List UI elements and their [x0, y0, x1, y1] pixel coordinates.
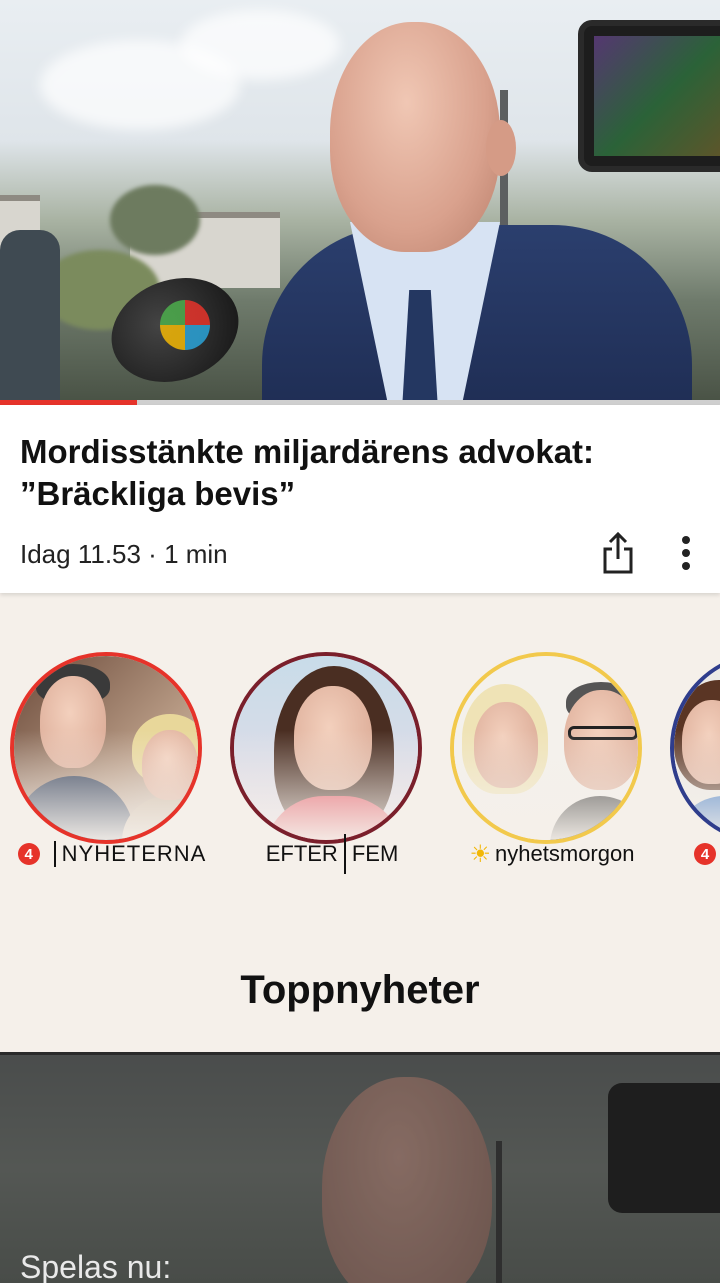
section-title: Toppnyheter: [240, 968, 480, 1012]
shows-carousel[interactable]: 4 NYHETERNA EFTER FEM ☀ nyhetsmorgon 4: [0, 650, 720, 890]
fade-overlay: [234, 729, 418, 840]
show-logo: EFTER FEM: [222, 834, 442, 874]
show-nyhetsmorgon[interactable]: ☀ nyhetsmorgon: [442, 650, 642, 880]
show-logo: 4: [662, 834, 720, 874]
logo-divider: [53, 841, 56, 867]
show-avatar: [450, 652, 642, 844]
share-button[interactable]: [596, 529, 640, 577]
show-partial[interactable]: 4: [662, 650, 720, 880]
show-logo: ☀ nyhetsmorgon: [442, 834, 662, 874]
show-name: NYHETERNA: [61, 841, 207, 866]
video-hero[interactable]: [0, 0, 720, 400]
bystander: [0, 230, 60, 400]
person-head: [330, 22, 500, 252]
tv4-logo-icon: [160, 300, 210, 350]
now-playing-label: Spelas nu:: [20, 1249, 172, 1283]
show-efter-fem[interactable]: EFTER FEM: [222, 650, 422, 880]
sun-icon: ☀: [469, 840, 492, 868]
show-avatar: [10, 652, 202, 844]
more-options-button[interactable]: [666, 529, 706, 577]
fade-overlay: [14, 729, 198, 840]
phone-screen: [594, 36, 720, 156]
background-tree: [110, 185, 200, 255]
show-logo: 4 NYHETERNA: [2, 834, 222, 874]
cloud: [180, 10, 340, 80]
article-card[interactable]: Mordisstänkte miljardärens advokat: ”Brä…: [0, 405, 720, 593]
logo-divider: [343, 834, 346, 874]
more-vertical-icon: [682, 536, 690, 570]
article-meta: Idag 11.53 · 1 min: [20, 539, 228, 569]
person-ear: [486, 120, 516, 176]
show-name-right: FEM: [351, 841, 399, 866]
share-icon: [603, 531, 633, 574]
fade-overlay: [454, 729, 638, 840]
tv4-badge-icon: 4: [694, 843, 716, 865]
show-name-left: EFTER: [265, 841, 338, 866]
mini-player[interactable]: Spelas nu:: [0, 1052, 720, 1283]
tv4-badge-icon: 4: [17, 843, 40, 865]
show-nyheterna[interactable]: 4 NYHETERNA: [2, 650, 205, 880]
recording-phone: [578, 20, 720, 172]
show-avatar: [670, 652, 720, 844]
show-name: nyhetsmorgon: [495, 841, 635, 866]
show-avatar: [230, 652, 422, 844]
article-headline[interactable]: Mordisstänkte miljardärens advokat: ”Brä…: [20, 431, 660, 515]
fade-overlay: [674, 729, 720, 840]
